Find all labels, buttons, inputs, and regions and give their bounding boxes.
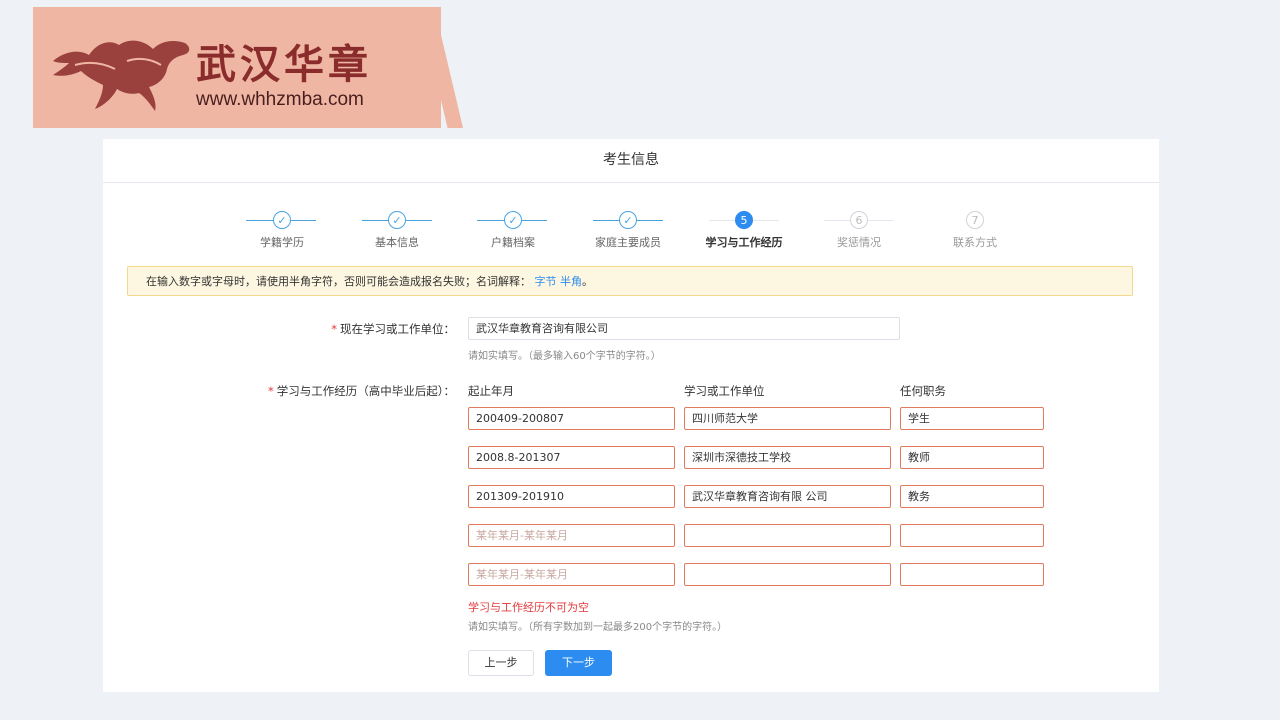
step-4[interactable]: ✓ 家庭主要成员 [578,211,678,250]
required-icon: * [268,384,274,398]
step-3[interactable]: ✓ 户籍档案 [463,211,563,250]
brand-banner: 武汉华章 www.whhzmba.com [33,7,463,128]
brand-url: www.whhzmba.com [196,89,364,110]
step-label: 奖惩情况 [837,236,881,249]
step-1[interactable]: ✓ 学籍学历 [232,211,332,250]
history-hint: 请如实填写。（所有字数加到一起最多200个字节的字符。） [468,622,728,633]
link-halfwidth[interactable]: 半角 [560,275,582,288]
progress-steps: ✓ 学籍学历 ✓ 基本信息 ✓ 户籍档案 ✓ 家庭主要成员 5 学习与工作经历 … [223,211,1063,251]
period-input[interactable]: 200409-200807 [468,407,675,430]
check-icon: ✓ [388,211,406,229]
step-label: 基本信息 [375,236,419,249]
unit-input[interactable]: 四川师范大学 [684,407,891,430]
position-input[interactable] [900,563,1044,586]
check-icon: ✓ [273,211,291,229]
notice-end: 。 [582,275,593,288]
column-period: 起止年月 [468,384,514,398]
step-7: 7 联系方式 [925,211,1025,250]
position-input[interactable]: 学生 [900,407,1044,430]
step-label: 学籍学历 [260,236,304,249]
period-input[interactable]: 某年某月-某年某月 [468,563,675,586]
step-number: 5 [735,211,753,229]
unit-input[interactable]: 深圳市深德技工学校 [684,446,891,469]
step-number: 6 [850,211,868,229]
unit-input[interactable] [684,563,891,586]
period-input[interactable]: 201309-201910 [468,485,675,508]
step-6: 6 奖惩情况 [809,211,909,250]
notice-text: 在输入数字或字母时，请使用半角字符，否则可能会造成报名失败；名词解释： [146,275,531,288]
position-input[interactable]: 教务 [900,485,1044,508]
horse-logo-icon [53,40,190,111]
history-error: 学习与工作经历不可为空 [468,601,589,614]
notice-banner: 在输入数字或字母时，请使用半角字符，否则可能会造成报名失败；名词解释： 字节 半… [127,266,1133,296]
prev-button[interactable]: 上一步 [468,650,534,676]
unit-input[interactable] [684,524,891,547]
position-input[interactable] [900,524,1044,547]
step-number: 7 [966,211,984,229]
next-button[interactable]: 下一步 [545,650,612,676]
position-input[interactable]: 教师 [900,446,1044,469]
period-input[interactable]: 2008.8-201307 [468,446,675,469]
form-card: 考生信息 ✓ 学籍学历 ✓ 基本信息 ✓ 户籍档案 ✓ 家庭主要成员 5 学习与… [103,139,1159,692]
link-byte[interactable]: 字节 [535,275,557,288]
column-position: 任何职务 [900,384,946,398]
current-unit-label: * 现在学习或工作单位： [331,322,455,336]
required-icon: * [331,322,337,336]
step-label: 学习与工作经历 [705,236,783,249]
page-title: 考生信息 [103,139,1159,183]
check-icon: ✓ [504,211,522,229]
current-unit-input[interactable]: 武汉华章教育咨询有限公司 [468,317,900,340]
step-label: 户籍档案 [491,236,535,249]
column-unit: 学习或工作单位 [684,384,765,398]
step-label: 家庭主要成员 [595,236,661,249]
current-unit-hint: 请如实填写。（最多输入60个字节的字符。） [468,351,661,362]
unit-input[interactable]: 武汉华章教育咨询有限 公司 [684,485,891,508]
step-2[interactable]: ✓ 基本信息 [347,211,447,250]
history-label: * 学习与工作经历（高中毕业后起）： [268,384,455,398]
step-5[interactable]: 5 学习与工作经历 [694,211,794,250]
check-icon: ✓ [619,211,637,229]
brand-name: 武汉华章 [196,42,372,88]
step-label: 联系方式 [953,236,997,249]
period-input[interactable]: 某年某月-某年某月 [468,524,675,547]
